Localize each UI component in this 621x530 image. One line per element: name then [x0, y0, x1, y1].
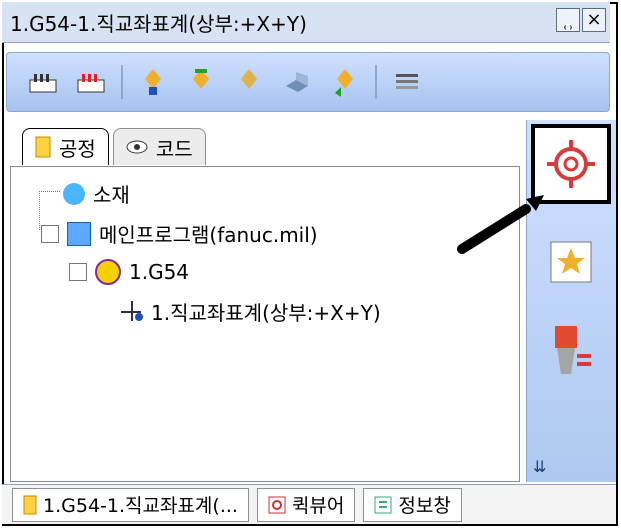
program-icon: [67, 221, 91, 246]
tool-button[interactable]: [535, 314, 607, 386]
bottom-tabs: 1.G54-1.직교좌표계(... 퀵뷰어 정보창: [2, 484, 616, 524]
side-toolbar: ⇊: [526, 120, 616, 482]
bottom-tab-process-label: 1.G54-1.직교좌표계(...: [43, 495, 238, 517]
stock-icon: [63, 182, 85, 205]
process-tree: 소재 메인프로그램(fanuc.mil) 1.G54 1.직교좌표계(상부:+X…: [10, 166, 520, 482]
tree-node-stock[interactable]: 소재: [63, 179, 130, 208]
close-button[interactable]: ×: [582, 8, 606, 32]
ruler-icon[interactable]: [25, 64, 61, 100]
tool-icon: [555, 326, 591, 374]
toolbar-separator-2: [375, 65, 377, 99]
pin-button[interactable]: ᪽: [556, 8, 580, 32]
info-icon: [374, 496, 392, 513]
tab-code[interactable]: 코드: [112, 128, 206, 165]
tab-process-label: 공정: [59, 136, 96, 161]
gear-icon: [547, 140, 595, 188]
quickviewer-icon: [268, 496, 286, 513]
title-buttons: ᪽ ×: [556, 8, 606, 32]
drill-green-icon[interactable]: [183, 64, 219, 100]
part-icon[interactable]: [279, 64, 315, 100]
bottom-tab-quickviewer[interactable]: 퀵뷰어: [256, 487, 356, 522]
bottom-tab-quickviewer-label: 퀵뷰어: [291, 495, 345, 517]
collapse-icon[interactable]: [41, 224, 59, 243]
bottom-tab-info[interactable]: 정보창: [363, 487, 462, 522]
magic-wand-icon: [550, 241, 592, 283]
tree-node-stock-label: 소재: [93, 183, 130, 207]
list-icon[interactable]: [389, 64, 425, 100]
coordinate-icon: [95, 259, 121, 285]
bottom-tab-info-label: 정보창: [398, 495, 451, 517]
eye-icon: [126, 140, 148, 154]
drill-green-play-icon[interactable]: [327, 64, 363, 100]
ruler-red-icon[interactable]: [73, 64, 109, 100]
tree-node-g54[interactable]: 1.G54: [69, 259, 189, 285]
drill-plain-icon[interactable]: [231, 64, 267, 100]
bottom-tab-process[interactable]: 1.G54-1.직교좌표계(...: [12, 487, 249, 522]
scroll-down-icon[interactable]: ⇊: [533, 457, 546, 476]
tree-node-main-program-label: 메인프로그램(fanuc.mil): [99, 223, 318, 247]
toolbar-separator: [121, 65, 123, 99]
tree-line: [39, 191, 60, 192]
tree-node-g54-label: 1.G54: [129, 260, 190, 284]
drill-icon[interactable]: [135, 64, 171, 100]
annotation-arrow: [457, 195, 544, 254]
collapse-icon[interactable]: [69, 263, 87, 281]
toolbar: [6, 52, 610, 112]
tree-node-main-program[interactable]: 메인프로그램(fanuc.mil): [41, 219, 318, 248]
tab-process[interactable]: 공정: [22, 128, 109, 165]
axis-icon: [121, 300, 143, 323]
window-title: 1.G54-1.직교좌표계(상부:+X+Y): [10, 11, 307, 36]
tab-strip: 공정 코드: [22, 128, 206, 165]
tree-line: [39, 191, 40, 230]
process-small-icon: [23, 495, 37, 514]
tree-node-orthogonal[interactable]: 1.직교좌표계(상부:+X+Y): [121, 297, 381, 326]
settings-button[interactable]: [531, 124, 611, 204]
tree-node-orthogonal-label: 1.직교좌표계(상부:+X+Y): [151, 301, 381, 325]
process-icon: [35, 136, 51, 158]
tab-code-label: 코드: [155, 136, 193, 161]
title-bar: 1.G54-1.직교좌표계(상부:+X+Y) ᪽ ×: [2, 2, 610, 43]
